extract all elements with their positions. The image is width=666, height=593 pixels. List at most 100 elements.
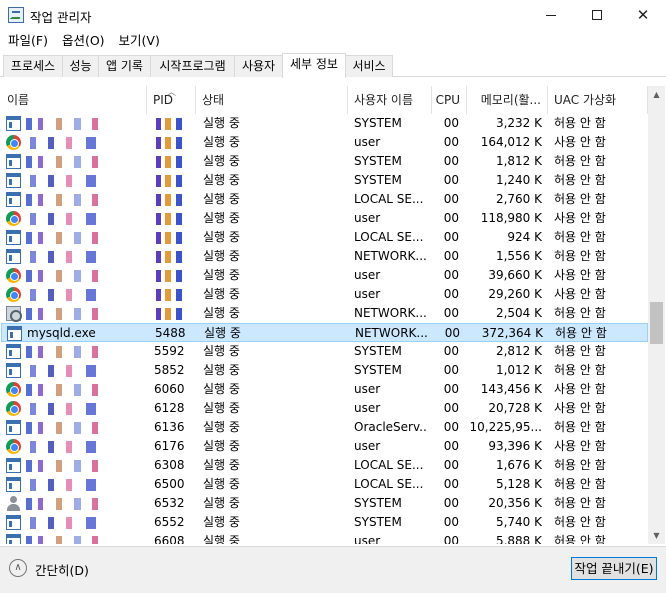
redacted-pid (156, 118, 186, 130)
scroll-thumb[interactable] (650, 302, 663, 344)
table-row[interactable]: 실행 중 user 00 29,260 K 사용 안 함 (1, 285, 648, 304)
cell-uac: 사용 안 함 (554, 401, 606, 415)
table-row[interactable]: 6500 실행 중 LOCAL SE... 00 5,128 K 허용 안 함 (1, 475, 648, 494)
table-row[interactable]: 6060 실행 중 user 00 143,456 K 사용 안 함 (1, 380, 648, 399)
table-row[interactable]: 6608 실행 중 user 00 5,888 K 허용 안 함 (1, 532, 648, 544)
cell-uac: 허용 안 함 (554, 344, 606, 358)
cell-user: user (354, 382, 381, 396)
table-row[interactable]: 6136 실행 중 OracleServ... 00 10,225,95... 허용 안 … (1, 418, 648, 437)
redacted-pid (156, 289, 186, 301)
cell-user: LOCAL SE... (354, 230, 424, 244)
cell-status: 실행 중 (203, 477, 240, 491)
cell-memory: 29,260 K (488, 287, 542, 301)
cell-user: SYSTEM (354, 496, 402, 510)
table-row[interactable]: 6532 실행 중 SYSTEM 00 20,356 K 허용 안 함 (1, 494, 648, 513)
cell-memory: 118,980 K (480, 211, 542, 225)
tab-performance[interactable]: 성능 (62, 55, 99, 77)
cell-status: 실행 중 (203, 401, 240, 415)
menu-bar: 파일(F) 옵션(O) 보기(V) (0, 30, 167, 52)
table-row[interactable]: 6128 실행 중 user 00 20,728 K 사용 안 함 (1, 399, 648, 418)
cell-status: 실행 중 (203, 211, 240, 225)
menu-options[interactable]: 옵션(O) (55, 31, 112, 51)
cell-uac: 사용 안 함 (554, 135, 606, 149)
table-row[interactable]: 6176 실행 중 user 00 93,396 K 사용 안 함 (1, 437, 648, 456)
table-row[interactable]: 6308 실행 중 LOCAL SE... 00 1,676 K 허용 안 함 (1, 456, 648, 475)
table-row[interactable]: 실행 중 SYSTEM 00 3,232 K 허용 안 함 (1, 114, 648, 133)
sort-ascending-icon: ︿ (167, 88, 177, 98)
column-header-user[interactable]: 사용자 이름 (348, 86, 432, 114)
end-task-button[interactable]: 작업 끝내기(E) (571, 557, 657, 580)
tab-app-history[interactable]: 앱 기록 (98, 55, 151, 77)
cell-cpu: 00 (443, 211, 459, 225)
column-header-status[interactable]: 상태 (196, 86, 348, 114)
chrome-icon (6, 401, 21, 416)
cell-memory: 143,456 K (480, 382, 542, 396)
collapse-icon[interactable]: ∧ (9, 559, 27, 577)
title-bar[interactable]: 작업 관리자 ✕ (0, 0, 666, 30)
cell-user: user (354, 287, 381, 301)
table-row[interactable]: 실행 중 LOCAL SE... 00 924 K 허용 안 함 (1, 228, 648, 247)
cell-pid: 6308 (154, 458, 185, 472)
menu-file[interactable]: 파일(F) (0, 31, 55, 51)
menu-view[interactable]: 보기(V) (112, 31, 167, 51)
tab-processes[interactable]: 프로세스 (3, 55, 63, 77)
window-icon (6, 515, 21, 530)
table-row[interactable]: 실행 중 user 00 39,660 K 사용 안 함 (1, 266, 648, 285)
cell-cpu: 00 (443, 230, 459, 244)
cell-memory: 10,225,95... (469, 420, 542, 434)
table-row[interactable]: 실행 중 SYSTEM 00 1,240 K 허용 안 함 (1, 171, 648, 190)
cell-cpu: 00 (443, 135, 459, 149)
cell-uac: 사용 안 함 (554, 211, 606, 225)
table-row[interactable]: 5852 실행 중 SYSTEM 00 1,012 K 허용 안 함 (1, 361, 648, 380)
window-title: 작업 관리자 (30, 10, 92, 25)
user-icon (6, 496, 21, 511)
table-row[interactable]: 실행 중 user 00 118,980 K 사용 안 함 (1, 209, 648, 228)
window-icon (6, 363, 21, 378)
tab-startup[interactable]: 시작프로그램 (150, 55, 235, 77)
cell-status: 실행 중 (203, 439, 240, 453)
cell-cpu: 00 (443, 382, 459, 396)
cell-pid: 6136 (154, 420, 185, 434)
redacted-name (26, 156, 126, 168)
column-header-cpu[interactable]: CPU (432, 86, 467, 114)
table-row[interactable]: 실행 중 user 00 164,012 K 사용 안 함 (1, 133, 648, 152)
tab-services[interactable]: 서비스 (345, 55, 393, 77)
cell-user: user (354, 534, 381, 544)
close-button[interactable]: ✕ (620, 0, 666, 30)
scroll-up-icon[interactable]: ▲ (648, 86, 665, 103)
cell-status: 실행 중 (203, 306, 240, 320)
cell-memory: 5,888 K (495, 534, 542, 544)
cell-user: LOCAL SE... (354, 477, 424, 491)
cell-status: 실행 중 (203, 344, 240, 358)
table-row[interactable]: 5592 실행 중 SYSTEM 00 2,812 K 허용 안 함 (1, 342, 648, 361)
cell-uac: 사용 안 함 (554, 287, 606, 301)
table-row[interactable]: 실행 중 LOCAL SE... 00 2,760 K 허용 안 함 (1, 190, 648, 209)
cell-uac: 허용 안 함 (554, 420, 606, 434)
minimize-button[interactable] (528, 0, 574, 30)
cell-user: user (354, 135, 381, 149)
cell-cpu: 00 (443, 249, 459, 263)
cell-pid: 5592 (154, 344, 185, 358)
table-row[interactable]: 실행 중 SYSTEM 00 1,812 K 허용 안 함 (1, 152, 648, 171)
details-table: 이름 PID ︿ 상태 사용자 이름 CPU 메모리(활... UAC 가상화 … (1, 86, 665, 544)
scroll-down-icon[interactable]: ▼ (648, 527, 665, 544)
vertical-scrollbar[interactable]: ▲ ▼ (648, 86, 665, 544)
column-header-memory[interactable]: 메모리(활... (467, 86, 548, 114)
fewer-details-link[interactable]: 간단히(D) (35, 560, 89, 579)
cell-memory: 20,356 K (488, 496, 542, 510)
tab-users[interactable]: 사용자 (234, 55, 283, 77)
cell-uac: 허용 안 함 (554, 496, 606, 510)
column-header-uac[interactable]: UAC 가상화 (548, 86, 648, 114)
table-row[interactable]: 실행 중 NETWORK... 00 1,556 K 허용 안 함 (1, 247, 648, 266)
column-header-name[interactable]: 이름 (1, 86, 147, 114)
cell-status: 실행 중 (203, 287, 240, 301)
cell-user: LOCAL SE... (354, 458, 424, 472)
table-row[interactable]: 실행 중 NETWORK... 00 2,504 K 허용 안 함 (1, 304, 648, 323)
cell-user: SYSTEM (354, 173, 402, 187)
tab-details[interactable]: 세부 정보 (282, 53, 346, 78)
table-row[interactable]: 6552 실행 중 SYSTEM 00 5,740 K 허용 안 함 (1, 513, 648, 532)
maximize-button[interactable] (574, 0, 620, 30)
tab-strip: 프로세스 성능 앱 기록 시작프로그램 사용자 세부 정보 서비스 (0, 53, 666, 78)
table-row[interactable]: mysqld.exe 5488 실행 중 NETWORK... 00 372,364 K 허… (1, 323, 648, 342)
column-header-row: 이름 PID ︿ 상태 사용자 이름 CPU 메모리(활... UAC 가상화 (1, 86, 648, 114)
